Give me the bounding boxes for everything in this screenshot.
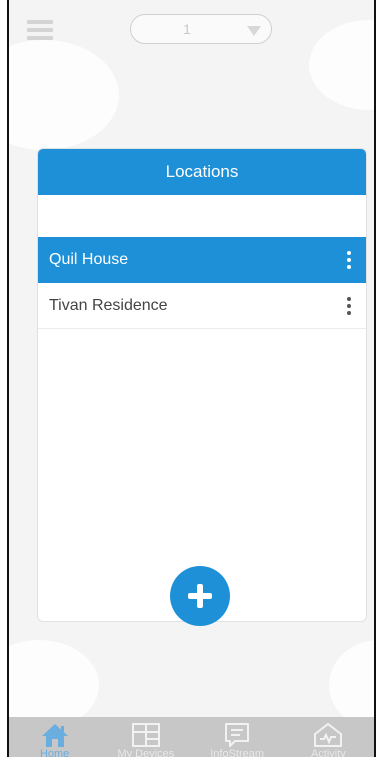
more-options-icon[interactable] [346,251,352,269]
add-location-button[interactable] [170,566,230,626]
chevron-down-icon [247,26,261,36]
infostream-icon [225,723,250,747]
more-options-icon[interactable] [346,297,352,315]
top-bar: 1 [9,0,374,52]
devices-icon [131,723,160,747]
location-name: Tivan Residence [49,297,168,314]
app-screen: 1 Locations Quil House Tivan Residence H… [7,0,376,757]
tab-label: My Devices [117,748,175,757]
tab-label: Activity [310,748,346,757]
selector-value: 1 [183,21,191,37]
locations-title: Locations [38,149,366,195]
location-selector[interactable]: 1 [130,14,272,44]
tab-label: InfoStream [210,748,265,757]
tab-home[interactable]: Home [9,717,100,757]
bottom-tab-bar: Home My Devices InfoStream Activity [9,717,374,757]
home-icon [41,724,68,747]
activity-icon [314,723,343,747]
location-item-tivan-residence[interactable]: Tivan Residence [38,283,366,329]
location-item-quil-house[interactable]: Quil House [38,237,366,283]
menu-icon[interactable] [27,20,53,40]
tab-my-devices[interactable]: My Devices [100,717,191,757]
background-shape [9,40,119,150]
tab-activity[interactable]: Activity [283,717,374,757]
locations-card: Locations Quil House Tivan Residence [37,148,367,622]
location-name: Quil House [49,251,129,268]
tab-label: Home [39,748,70,757]
tab-infostream[interactable]: InfoStream [192,717,283,757]
